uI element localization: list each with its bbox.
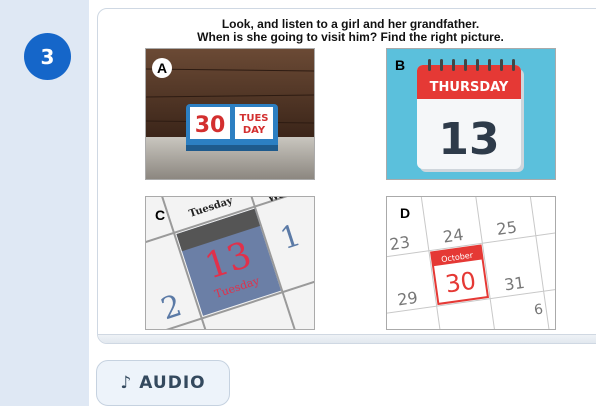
pic-d-number-2: 24 — [442, 225, 465, 247]
wall-calendar-image: THURSDAY 13 — [387, 49, 555, 179]
picture-option-a[interactable]: 30 TUES DAY A — [145, 48, 315, 180]
instruction-text: Look, and listen to a girl and her grand… — [98, 18, 596, 44]
pic-b-day-number: 13 — [438, 114, 499, 165]
pic-b-weekday: THURSDAY — [430, 80, 509, 95]
calendar-page-image: 13 Tuesday Tuesday 6 1 We 2 day — [146, 197, 314, 329]
audio-button-label: AUDIO — [139, 373, 206, 393]
music-note-icon: ♪ — [120, 373, 133, 393]
pic-a-day-text-2: DAY — [243, 125, 266, 136]
pic-a-day-number: 30 — [195, 113, 226, 138]
pic-a-day-text-1: TUES — [240, 113, 269, 124]
pic-d-number-5: 31 — [503, 273, 526, 295]
instruction-line-2: When is she going to visit him? Find the… — [197, 30, 504, 44]
picture-option-d[interactable]: 23 24 25 29 31 6 October 30 D — [386, 196, 556, 330]
pic-d-number-4: 29 — [396, 288, 419, 310]
picture-option-c[interactable]: 13 Tuesday Tuesday 6 1 We 2 day C — [145, 196, 315, 330]
audio-button[interactable]: ♪ AUDIO — [96, 360, 230, 406]
pic-d-number-3: 25 — [495, 217, 518, 239]
picture-option-b[interactable]: THURSDAY 13 B — [386, 48, 556, 180]
pic-d-day-number: 30 — [444, 267, 478, 299]
question-number-badge: 3 — [24, 33, 71, 80]
picture-label-d: D — [399, 205, 411, 221]
question-content: Look, and listen to a girl and her grand… — [89, 0, 596, 406]
picture-label-c: C — [154, 207, 166, 223]
picture-label-a: A — [152, 58, 172, 78]
question-sidebar: 3 — [0, 0, 89, 406]
pic-d-number-1: 23 — [388, 232, 411, 254]
question-card: Look, and listen to a girl and her grand… — [97, 8, 596, 344]
card-bottom-strip — [98, 334, 596, 343]
picture-label-b: B — [394, 57, 406, 73]
